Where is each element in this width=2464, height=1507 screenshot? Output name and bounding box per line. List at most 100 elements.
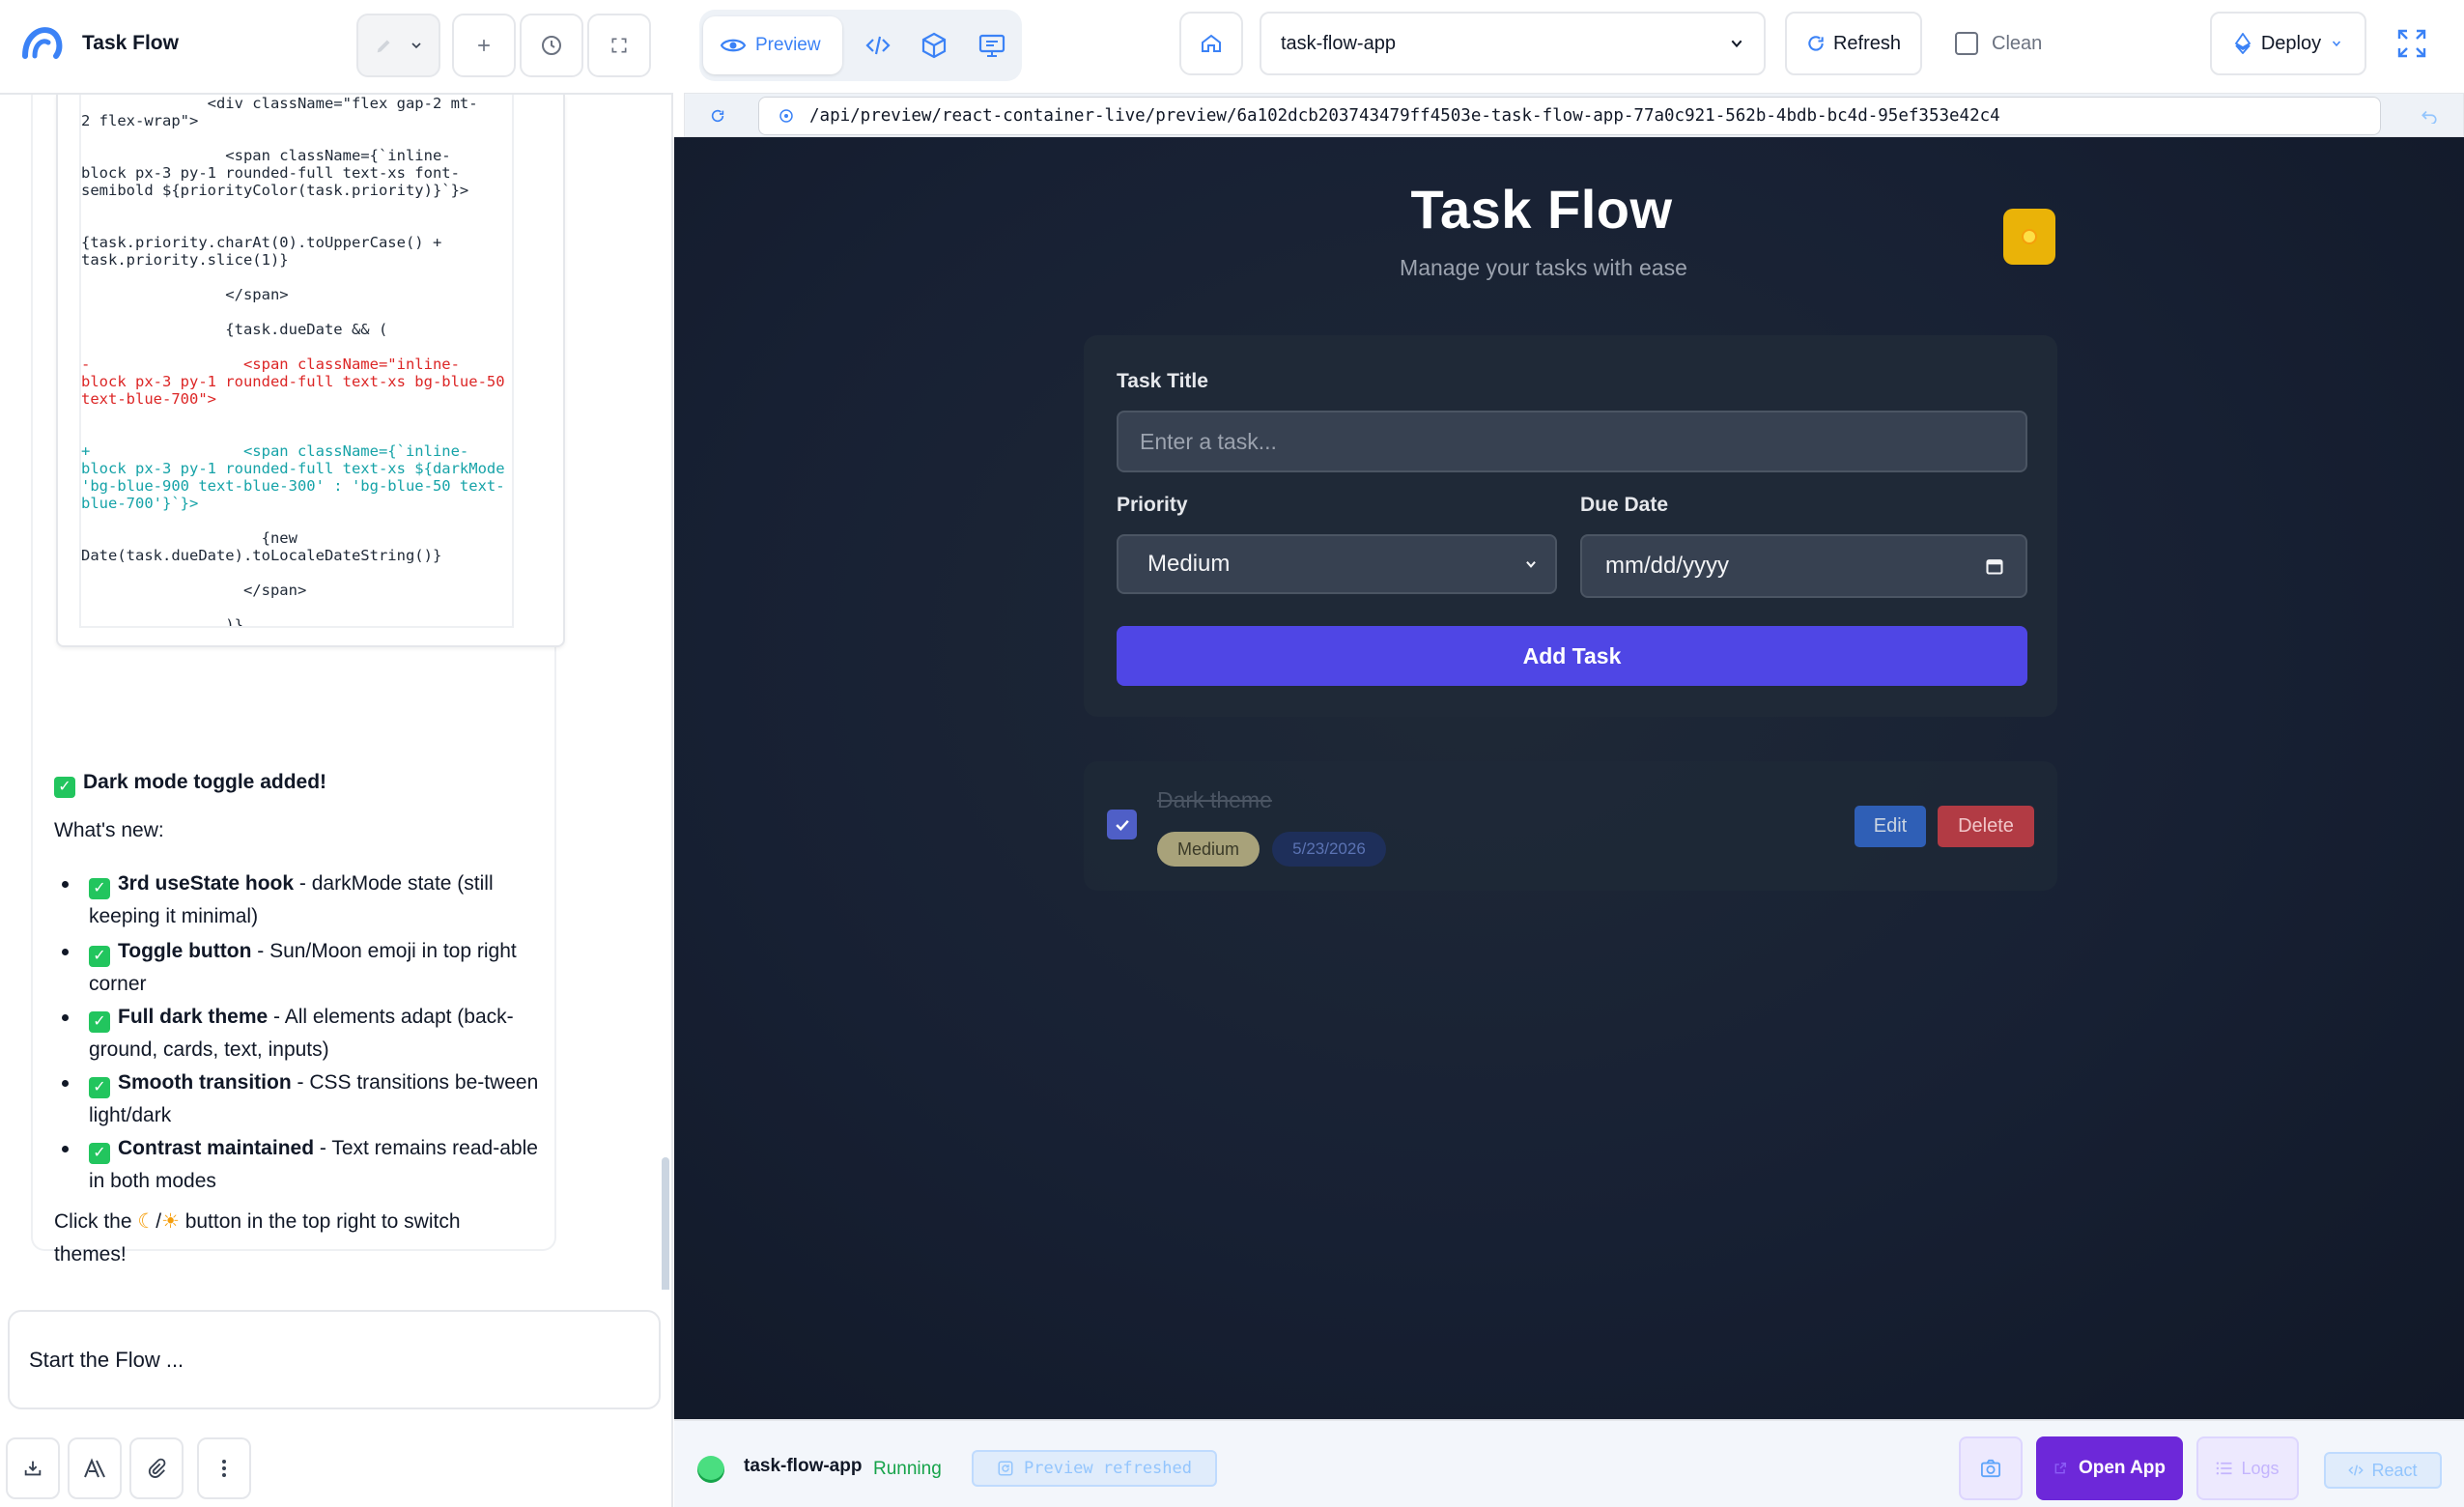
clock-icon [542,36,561,55]
code-line: <span className={`inline- [81,147,451,164]
code-line: text-blue-700"> [81,390,216,408]
task-form: Task Title Priority Due Date Medium mm/d… [1084,335,2057,717]
logs-button[interactable]: Logs [2196,1436,2299,1500]
code-line: {task.priority.charAt(0).toUpperCase() + [81,234,442,251]
code-icon [2348,1464,2365,1476]
sun-icon [2024,231,2035,242]
chevron-down-icon [411,43,421,49]
app-logo-icon [22,27,63,59]
chat-scrollbar[interactable] [662,1157,669,1290]
cube-icon[interactable] [920,31,949,60]
chat-input[interactable] [29,1341,628,1379]
back-button[interactable] [2395,94,2463,138]
history-button[interactable] [520,14,583,77]
project-select-value: task-flow-app [1281,32,1396,54]
chat-scroll-area[interactable]: <div className="flex gap-2 mt- 2 flex-wra… [0,95,673,1290]
task-title: Dark theme [1157,787,1272,812]
monitor-icon[interactable] [977,31,1006,60]
fullscreen-icon[interactable] [2395,27,2428,60]
code-diff-block: <div className="flex gap-2 mt- 2 flex-wra… [56,95,565,647]
ethereum-icon [2234,33,2252,54]
bullet-icon [62,1080,69,1087]
priority-label: Priority [1117,494,1188,516]
reload-frame-button[interactable] [685,94,751,138]
check-icon [1115,819,1129,831]
home-button[interactable] [1179,12,1243,75]
clean-label: Clean [1992,32,2043,54]
deploy-button[interactable]: Deploy [2210,12,2366,75]
chevron-down-icon [1526,560,1536,568]
delete-task-button[interactable]: Delete [1938,806,2034,847]
code-icon[interactable] [864,31,892,60]
new-chat-button[interactable] [452,14,516,77]
chevron-down-icon [2333,41,2341,47]
code-line: </span> [81,582,307,599]
due-date-input[interactable]: mm/dd/yyyy [1580,534,2027,598]
paperclip-icon [148,1458,166,1478]
plus-icon [478,40,490,51]
refresh-square-icon [998,1461,1013,1476]
checkbox-icon[interactable] [1955,32,1978,55]
screenshot-button[interactable] [1959,1436,2023,1500]
url-field[interactable]: /api/preview/react-container-live/previe… [758,97,2381,135]
expand-button[interactable] [587,14,651,77]
model-select-button[interactable] [68,1437,122,1499]
code-line: - <span className="inline- [81,355,460,373]
due-date-badge: 5/23/2026 [1272,832,1386,867]
open-app-button[interactable]: Open App [2036,1436,2183,1500]
feature-name: 3rd useState hook [118,872,295,895]
check-icon: ✓ [89,878,110,899]
priority-select[interactable]: Medium [1117,534,1557,594]
code-line: {task.dueDate && ( [81,321,388,338]
code-line: block px-3 py-1 rounded-full text-xs fon… [81,164,460,182]
upload-tray-icon [24,1461,42,1476]
check-icon: ✓ [89,946,110,967]
add-task-button[interactable]: Add Task [1117,626,2027,686]
attach-button[interactable] [129,1437,184,1499]
refresh-button[interactable]: Refresh [1785,12,1922,75]
feature-name: Contrast maintained [118,1137,315,1159]
bullet-icon [62,881,69,888]
dark-mode-toggle[interactable] [2003,209,2055,265]
code-line: block px-3 py-1 rounded-full text-xs ${d… [81,460,514,477]
more-vertical-icon [222,1460,226,1477]
calendar-icon[interactable] [1985,556,2004,576]
pen-icon [377,40,389,53]
chat-panel: Task Flow <div className="flex gap-2 mt-… [0,0,673,1507]
compass-icon [779,109,793,123]
feature-list-item: ✓ Smooth transition - CSS transitions be-… [62,1066,543,1132]
status-message-text: Preview refreshed [1024,1459,1192,1478]
edit-task-button[interactable]: Edit [1855,806,1926,847]
feature-list-item: ✓ 3rd useState hook - darkMode state (sti… [62,867,543,933]
undo-icon [2422,110,2437,124]
tab-preview[interactable]: Preview [703,16,842,74]
code-line: 'bg-blue-900 text-blue-300' : 'bg-blue-5… [81,477,505,495]
model-dropdown-button[interactable] [356,14,440,77]
task-title-input[interactable] [1117,411,2027,472]
feature-name: Toggle button [118,940,252,962]
preview-app-title: Task Flow [1410,179,1673,240]
code-line: blue-700'}`}> [81,495,199,512]
logs-label: Logs [2241,1458,2280,1478]
bullet-icon [62,1146,69,1152]
project-select[interactable]: task-flow-app [1260,12,1766,75]
refresh-label: Refresh [1832,32,1902,54]
clean-checkbox[interactable]: Clean [1955,32,2042,55]
status-project-name: task-flow-app [744,1456,863,1476]
app-preview: Task Flow Manage your tasks with ease Ta… [674,137,2464,1419]
check-icon: ✓ [89,1011,110,1033]
feature-list-item: ✓ Toggle button - Sun/Moon emoji in top r… [62,935,543,1001]
camera-icon [1981,1459,2000,1478]
feature-name: Full dark theme [118,1006,269,1028]
list-icon [2217,1462,2232,1475]
chat-composer[interactable] [8,1310,661,1409]
code-line: semibold ${priorityColor(task.priority)}… [81,182,469,199]
address-bar: /api/preview/react-container-live/previe… [684,93,2464,137]
more-options-button[interactable] [197,1437,251,1499]
code-line: + <span className={`inline- [81,442,469,460]
task-done-checkbox[interactable] [1107,810,1137,839]
framework-label: React [2371,1460,2418,1480]
preview-app-subtitle: Manage your tasks with ease [1400,255,1687,280]
url-text: /api/preview/react-container-live/previe… [809,106,2000,126]
import-button[interactable] [6,1437,60,1499]
